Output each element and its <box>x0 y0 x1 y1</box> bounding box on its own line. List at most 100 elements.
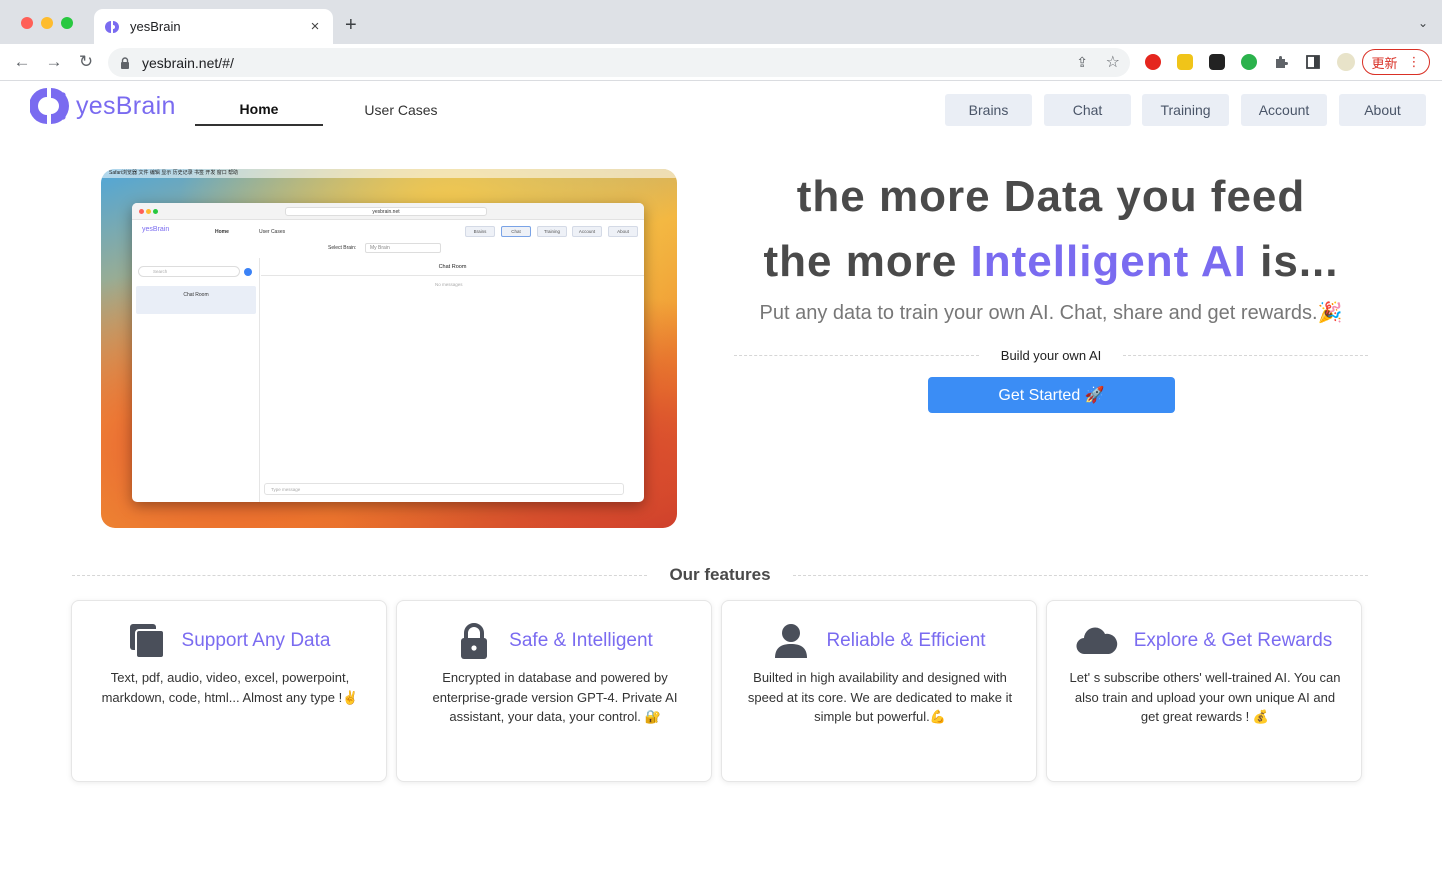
build-divider: Build your own AI <box>734 344 1369 366</box>
cloud-icon <box>1076 627 1117 655</box>
feature-card-header: Support Any Data <box>72 621 386 661</box>
feature-card-header: Reliable & Efficient <box>722 621 1036 661</box>
preview-chat-title: Chat Room <box>261 258 644 276</box>
new-tab-button[interactable]: + <box>345 14 357 37</box>
preview-maximize-dot <box>153 209 158 214</box>
nav-account-button[interactable]: Account <box>1241 94 1327 126</box>
minimize-window-button[interactable] <box>41 17 53 29</box>
headline-line-1: the more Data you feed <box>796 172 1306 221</box>
feature-card-safe-intelligent: Safe & Intelligent Encrypted in database… <box>396 600 712 782</box>
preview-close-dot <box>139 209 144 214</box>
preview-url: yesbrain.net <box>285 207 487 216</box>
feature-title: Explore & Get Rewards <box>1133 630 1333 651</box>
divider-line-right <box>1123 354 1369 356</box>
update-button[interactable]: 更新 ⋮ <box>1362 49 1430 75</box>
reload-button[interactable]: ↻ <box>76 52 96 72</box>
preview-pill-brains: Brains <box>465 226 495 237</box>
adblock-extension-icon[interactable] <box>1145 54 1161 70</box>
preview-mac-menubar: Safari浏览器 文件 编辑 显示 历史记录 书签 开发 窗口 帮助 <box>101 169 677 178</box>
feature-card-header: Explore & Get Rewards <box>1047 621 1361 661</box>
bookmark-star-icon[interactable]: ☆ <box>1106 52 1120 72</box>
back-button[interactable]: ← <box>12 52 32 72</box>
nav-home[interactable]: Home <box>195 94 323 126</box>
nav-user-cases[interactable]: User Cases <box>345 94 457 126</box>
feature-title: Reliable & Efficient <box>826 630 986 651</box>
feature-card-header: Safe & Intelligent <box>397 621 711 661</box>
preview-message-input: Type message <box>264 483 624 495</box>
nav-brains-button[interactable]: Brains <box>945 94 1032 126</box>
browser-tab-active[interactable]: yesBrain × <box>94 9 333 44</box>
feature-card-reliable-efficient: Reliable & Efficient Builted in high ava… <box>721 600 1037 782</box>
profile-avatar[interactable] <box>1337 53 1355 71</box>
green-extension-icon[interactable] <box>1241 54 1257 70</box>
feature-title: Safe & Intelligent <box>509 630 653 651</box>
preview-pill-training: Training <box>537 226 567 237</box>
yesbrain-favicon-icon <box>105 20 119 33</box>
preview-titlebar: yesbrain.net <box>132 203 644 220</box>
headline-prefix: the more <box>763 237 971 286</box>
nav-training-button[interactable]: Training <box>1142 94 1229 126</box>
preview-pill-account: Account <box>572 226 602 237</box>
browser-menu-icon: ⋮ <box>1407 54 1421 69</box>
headline-line-2: the more Intelligent AI is... <box>734 237 1368 287</box>
nav-about-button[interactable]: About <box>1339 94 1426 126</box>
headline-accent: Intelligent AI <box>970 237 1247 286</box>
tab-title: yesBrain <box>130 19 181 34</box>
lock-icon <box>121 56 129 69</box>
yesbrain-logo-icon <box>30 88 69 124</box>
preview-nav-cases: User Cases <box>259 229 286 235</box>
preview-select-value: My Brain <box>365 243 441 253</box>
maximize-window-button[interactable] <box>61 17 73 29</box>
preview-search: Search <box>138 266 240 277</box>
tab-search-chevron-icon[interactable]: ⌄ <box>1418 16 1428 30</box>
camera-extension-icon[interactable] <box>1209 54 1225 70</box>
preview-nav: yesBrain Home User Cases Brains Chat Tra… <box>132 220 644 242</box>
close-window-button[interactable] <box>21 17 33 29</box>
feature-description: Encrypted in database and powered by ent… <box>432 670 678 724</box>
preview-sidebar: Search Chat Room <box>132 258 260 502</box>
preview-add-icon <box>244 268 252 276</box>
share-icon[interactable]: ⇪ <box>1076 54 1088 71</box>
preview-logo-text: yesBrain <box>142 226 170 233</box>
features-title: Our features <box>669 565 771 584</box>
browser-tab-strip: yesBrain × + ⌄ <box>0 0 1442 44</box>
preview-empty-text: No messages <box>435 282 463 287</box>
app-preview-screenshot: Safari浏览器 文件 编辑 显示 历史记录 书签 开发 窗口 帮助 yesb… <box>101 169 677 528</box>
logo-text: yesBrain <box>76 91 176 120</box>
feature-card-explore-rewards: Explore & Get Rewards Let' s subscribe o… <box>1046 600 1362 782</box>
preview-minimize-dot <box>146 209 151 214</box>
user-icon <box>775 624 808 658</box>
copy-icon <box>129 624 165 659</box>
site-logo[interactable]: yesBrain <box>30 86 176 126</box>
preview-select-label: Select Brain: <box>328 245 357 251</box>
preview-pill-about: About <box>608 226 638 237</box>
hero-subline: Put any data to train your own AI. Chat,… <box>759 302 1343 324</box>
extensions-puzzle-icon[interactable] <box>1273 54 1289 70</box>
browser-toolbar: ← → ↻ yesbrain.net/#/ ⇪ ☆ 更新 ⋮ <box>0 44 1442 81</box>
preview-nav-home: Home <box>215 229 229 235</box>
feature-card-support-any-data: Support Any Data Text, pdf, audio, video… <box>71 600 387 782</box>
features-divider: Our features <box>72 563 1368 587</box>
feature-title: Support Any Data <box>181 630 331 651</box>
divider-label: Build your own AI <box>1000 347 1102 363</box>
feature-description: Builted in high availability and designe… <box>747 670 1013 724</box>
get-started-button[interactable]: Get Started 🚀 <box>928 377 1175 413</box>
headline-suffix: is... <box>1246 237 1339 286</box>
url-text[interactable]: yesbrain.net/#/ <box>142 55 234 71</box>
nav-chat-button[interactable]: Chat <box>1044 94 1131 126</box>
preview-browser-window: yesbrain.net yesBrain Home User Cases Br… <box>132 203 644 502</box>
forward-button[interactable]: → <box>44 52 64 72</box>
preview-room-item: Chat Room <box>136 286 256 314</box>
features-line-left <box>72 574 648 576</box>
preview-pill-chat: Chat <box>501 226 531 237</box>
tab-close-icon[interactable]: × <box>307 18 323 35</box>
update-label: 更新 <box>1371 55 1398 71</box>
feature-description: Let' s subscribe others' well-trained AI… <box>1069 670 1341 724</box>
features-line-right <box>792 574 1368 576</box>
side-panel-icon[interactable] <box>1305 54 1321 70</box>
notes-extension-icon[interactable] <box>1177 54 1193 70</box>
feature-description: Text, pdf, audio, video, excel, powerpoi… <box>101 670 359 705</box>
address-bar[interactable]: yesbrain.net/#/ ⇪ ☆ <box>108 48 1130 77</box>
divider-line-left <box>734 354 979 356</box>
lock-icon <box>461 623 488 659</box>
